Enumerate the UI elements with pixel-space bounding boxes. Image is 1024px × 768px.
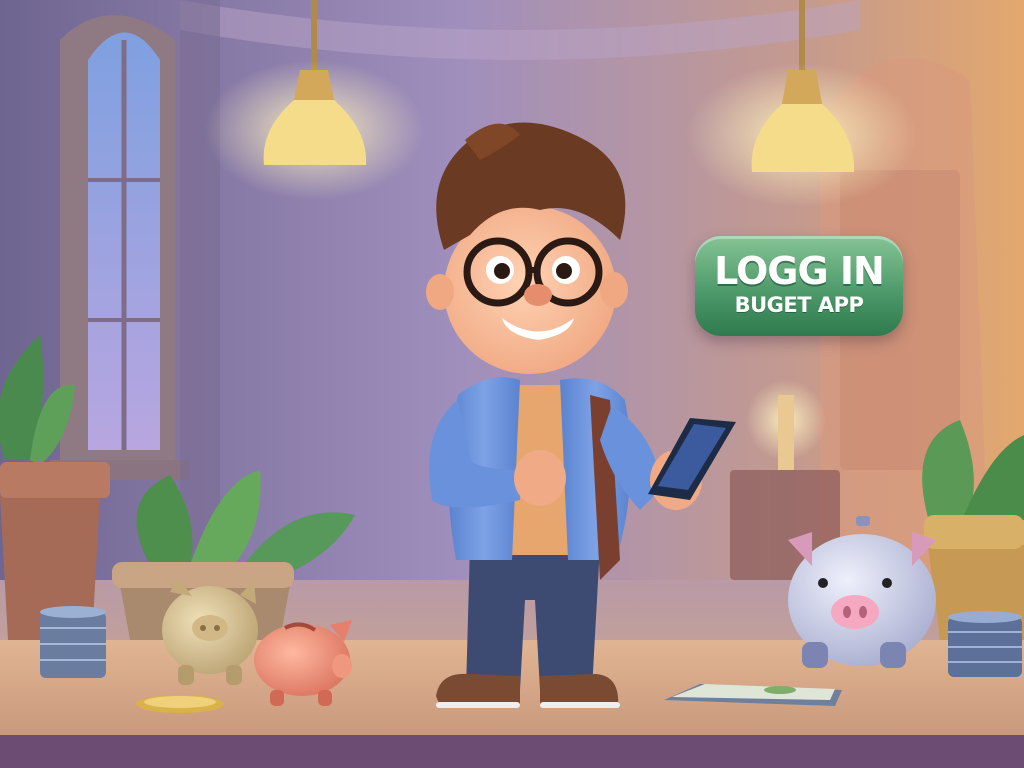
login-budget-app-sign: LOGG IN BUGET APP	[695, 236, 903, 336]
coin-stack-left	[40, 606, 106, 678]
coin-stack-right	[948, 611, 1022, 677]
sign-title: LOGG IN	[714, 249, 885, 293]
sign-subtitle: BUGET APP	[734, 293, 864, 317]
table-edge	[0, 735, 1024, 768]
scene-illustration	[0, 0, 1024, 768]
piggy-bank-blue	[788, 516, 936, 668]
table-lamp	[778, 395, 794, 470]
